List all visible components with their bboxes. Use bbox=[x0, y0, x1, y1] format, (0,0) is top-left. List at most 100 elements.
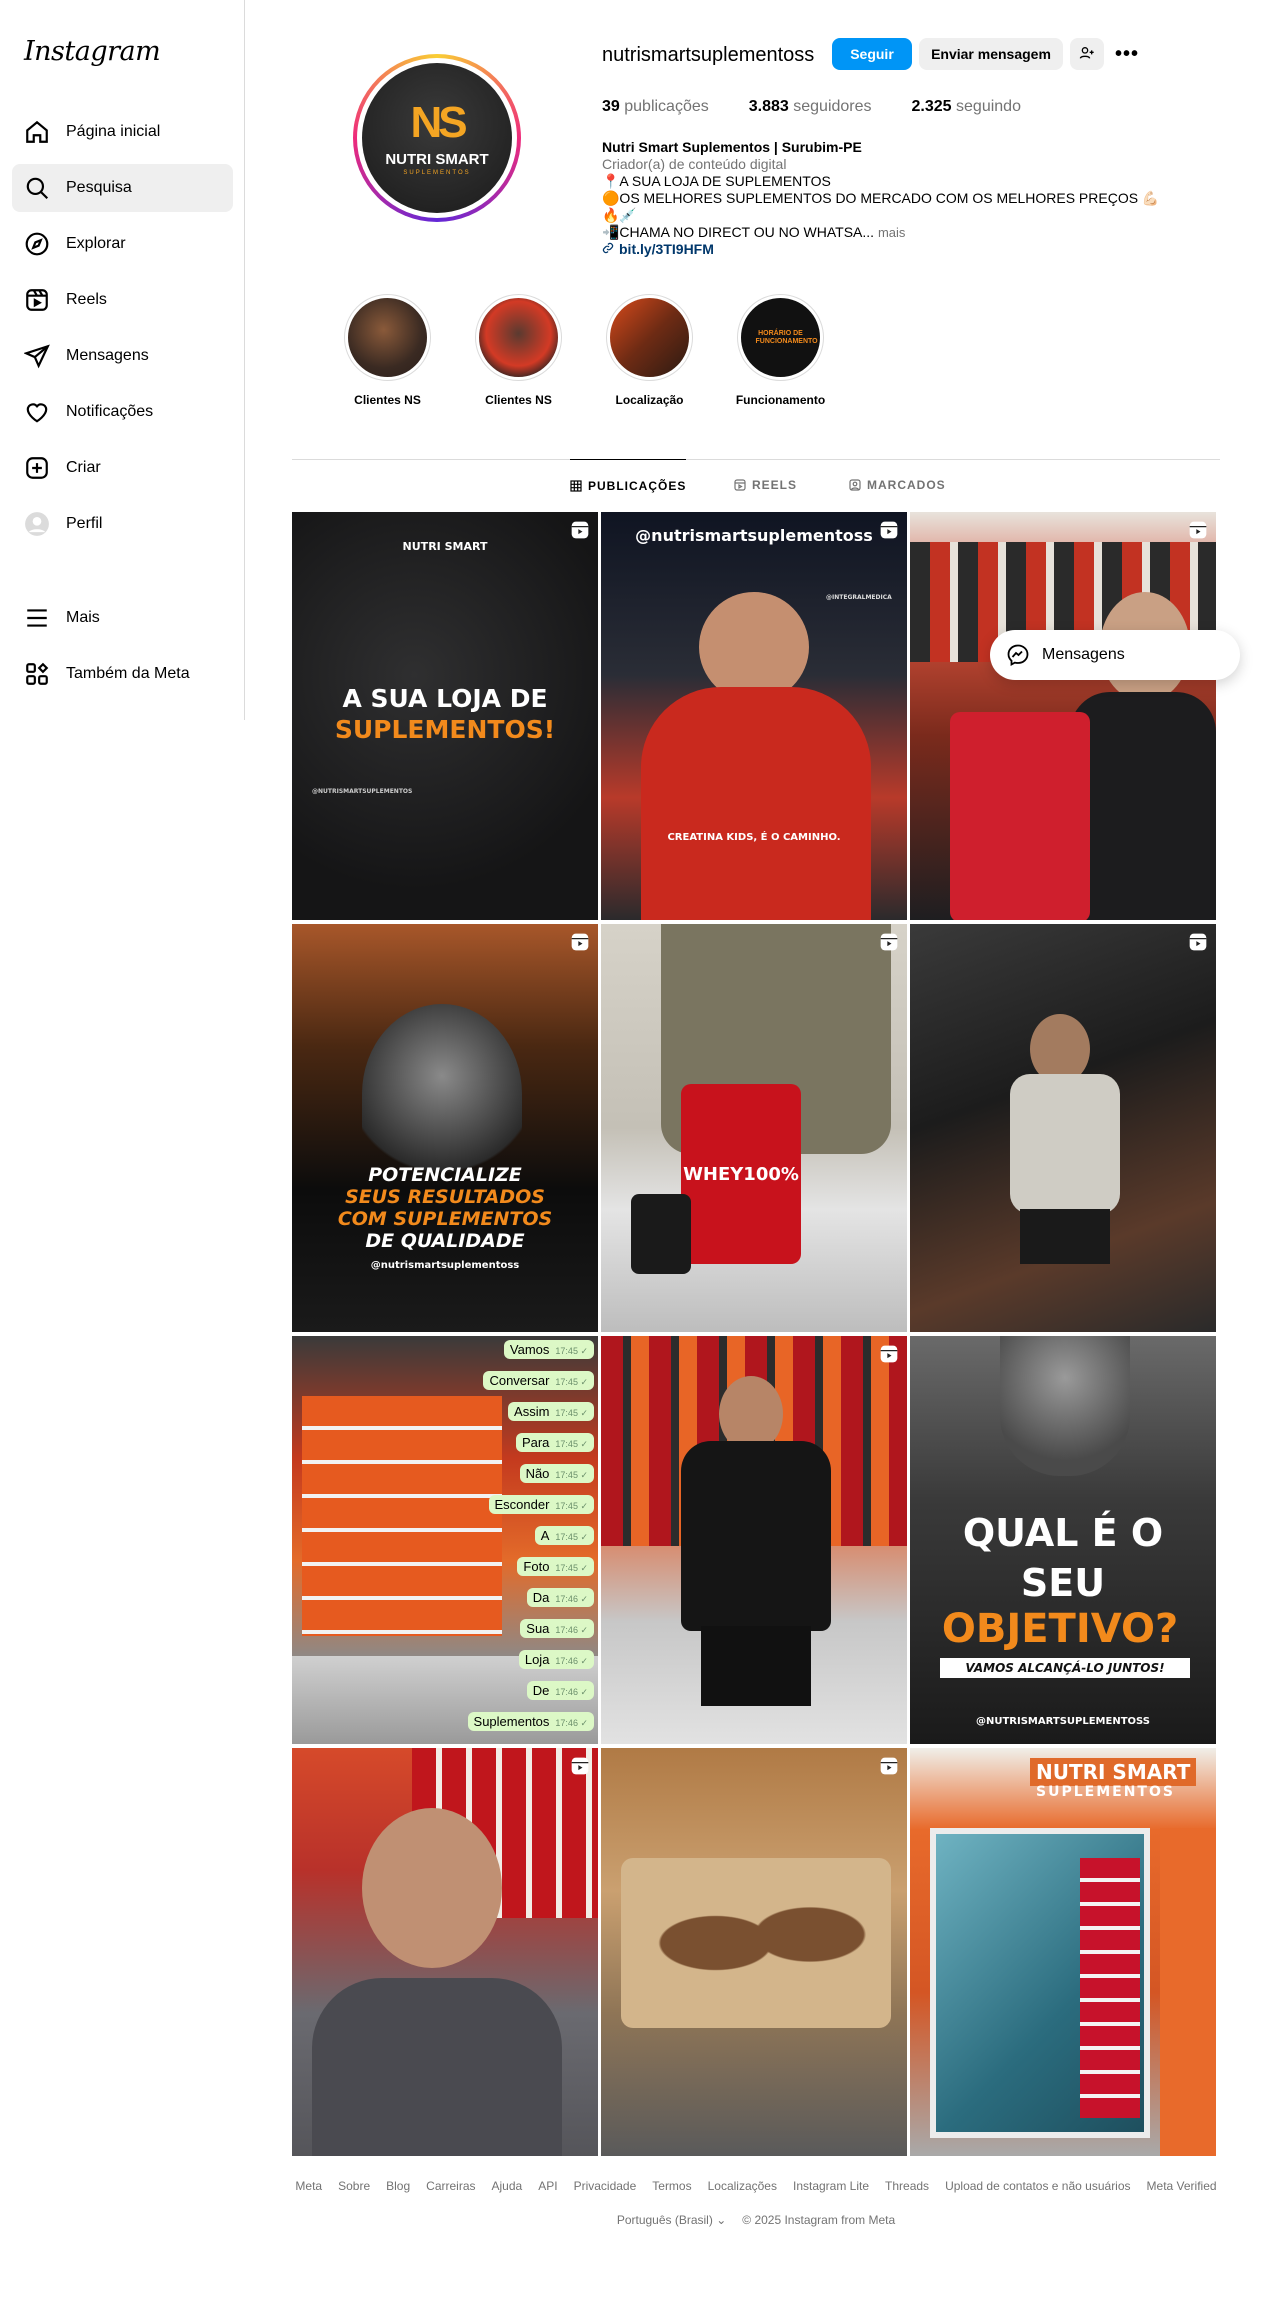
sidebar-item-label: Página inicial bbox=[66, 123, 161, 140]
chat-time: 17:45 ✓ bbox=[555, 1501, 588, 1511]
chat-time: 17:46 ✓ bbox=[555, 1625, 588, 1635]
more-options-button[interactable]: ••• bbox=[1112, 40, 1142, 68]
highlight-image bbox=[479, 298, 558, 377]
footer-link[interactable]: Termos bbox=[652, 2179, 691, 2193]
post-tile[interactable]: POTENCIALIZE SEUS RESULTADOS COM SUPLEME… bbox=[292, 924, 598, 1332]
chat-text: Vamos bbox=[509, 1342, 550, 1357]
post-subheadline: VAMOS ALCANÇÁ-LO JUNTOS! bbox=[940, 1658, 1190, 1678]
post-handle: @nutrismartsuplementoss bbox=[635, 526, 873, 545]
athlete-silhouette bbox=[1000, 1336, 1130, 1476]
followers-count[interactable]: 3.883 seguidores bbox=[749, 98, 872, 116]
person-tank bbox=[1010, 1074, 1120, 1214]
chat-text: Não bbox=[525, 1466, 550, 1481]
post-tile[interactable]: @nutrismartsuplementoss @INTEGRALMEDICA … bbox=[601, 512, 907, 920]
chat-bubble: Da 17:46 ✓ bbox=[526, 1588, 594, 1607]
post-tile[interactable]: NUTRI SMART A SUA LOJA DE SUPLEMENTOS! @… bbox=[292, 512, 598, 920]
chat-time: 17:45 ✓ bbox=[555, 1563, 588, 1573]
footer-link[interactable]: Threads bbox=[885, 2179, 929, 2193]
highlight-item[interactable]: HORÁRIO DE FUNCIONAMENTO Funcionamento bbox=[715, 294, 846, 407]
home-icon bbox=[24, 119, 50, 145]
post-tile[interactable]: Vamos 17:45 ✓ Conversar 17:45 ✓ Assim 17:45 ✓… bbox=[292, 1336, 598, 1744]
footer-link[interactable]: Instagram Lite bbox=[793, 2179, 869, 2193]
profile-avatar-ring[interactable]: NS NUTRI SMART SUPLEMENTOS bbox=[353, 54, 521, 222]
footer-link[interactable]: API bbox=[538, 2179, 557, 2193]
tab-tagged[interactable]: MARCADOS bbox=[849, 459, 946, 511]
sidebar-nav: Página inicial Pesquisa Explorar Reels M… bbox=[12, 108, 233, 556]
add-user-icon bbox=[1079, 45, 1095, 64]
bio-category: Criador(a) de conteúdo digital bbox=[602, 156, 787, 172]
post-tile[interactable] bbox=[601, 1336, 907, 1744]
chat-time: 17:45 ✓ bbox=[555, 1439, 588, 1449]
sidebar-item-profile[interactable]: Perfil bbox=[12, 500, 233, 548]
chat-bubble: Loja 17:46 ✓ bbox=[518, 1650, 594, 1669]
footer-link[interactable]: Meta bbox=[295, 2179, 322, 2193]
chat-text: Conversar bbox=[489, 1373, 550, 1388]
product-tub bbox=[631, 1194, 691, 1274]
profile-avatar-image: NS NUTRI SMART SUPLEMENTOS bbox=[362, 63, 512, 213]
sidebar-item-create[interactable]: Criar bbox=[12, 444, 233, 492]
avatar-subtitle: SUPLEMENTOS bbox=[403, 169, 471, 176]
reel-icon bbox=[571, 933, 589, 951]
sidebar-item-label: Perfil bbox=[66, 515, 103, 532]
bio-more-link[interactable]: mais bbox=[878, 225, 905, 240]
sidebar-item-meta[interactable]: Também da Meta bbox=[12, 650, 233, 698]
tab-reels[interactable]: REELS bbox=[734, 459, 797, 511]
sidebar-item-notifications[interactable]: Notificações bbox=[12, 388, 233, 436]
cookie-tray bbox=[621, 1858, 891, 2028]
chat-text: Esconder bbox=[494, 1497, 550, 1512]
footer-link[interactable]: Localizações bbox=[708, 2179, 777, 2193]
sidebar-item-explore[interactable]: Explorar bbox=[12, 220, 233, 268]
post-headline: A SUA LOJA DE bbox=[342, 684, 548, 713]
sidebar-item-home[interactable]: Página inicial bbox=[12, 108, 233, 156]
footer-link[interactable]: Upload de contatos e não usuários bbox=[945, 2179, 1130, 2193]
language-selector[interactable]: Português (Brasil) ⌄ bbox=[617, 2213, 726, 2227]
heart-icon bbox=[24, 399, 50, 425]
person-shirt bbox=[1070, 692, 1216, 920]
chat-text: Da bbox=[532, 1590, 550, 1605]
sidebar-item-reels[interactable]: Reels bbox=[12, 276, 233, 324]
chat-time: 17:46 ✓ bbox=[555, 1687, 588, 1697]
sidebar-item-messages[interactable]: Mensagens bbox=[12, 332, 233, 380]
post-tile[interactable]: QUAL É O SEU OBJETIVO? VAMOS ALCANÇÁ-LO … bbox=[910, 1336, 1216, 1744]
footer-link[interactable]: Meta Verified bbox=[1147, 2179, 1217, 2193]
bio-line-truncated: 📲CHAMA NO DIRECT OU NO WHATSA... mais bbox=[602, 224, 906, 240]
follow-button[interactable]: Seguir bbox=[832, 38, 912, 70]
chat-bubble: Foto 17:45 ✓ bbox=[517, 1557, 594, 1576]
sidebar-item-more[interactable]: Mais bbox=[12, 594, 233, 642]
post-tile[interactable] bbox=[910, 512, 1216, 920]
highlight-item[interactable]: Localização bbox=[584, 294, 715, 407]
post-tile[interactable]: WHEY100% bbox=[601, 924, 907, 1332]
messages-floating-button[interactable]: Mensagens bbox=[990, 630, 1240, 680]
sidebar-item-search[interactable]: Pesquisa bbox=[12, 164, 233, 212]
post-tile[interactable]: NUTRI SMART SUPLEMENTOS bbox=[910, 1748, 1216, 2156]
reel-icon bbox=[571, 521, 589, 539]
post-handle: @NUTRISMARTSUPLEMENTOSS bbox=[976, 1716, 1150, 1727]
following-count[interactable]: 2.325 seguindo bbox=[912, 98, 1021, 116]
bio-link[interactable]: bit.ly/3TI9HFM bbox=[602, 241, 1162, 258]
chat-time: 17:46 ✓ bbox=[555, 1656, 588, 1666]
create-icon bbox=[24, 455, 50, 481]
sidebar-item-label: Reels bbox=[66, 291, 107, 308]
suggested-accounts-button[interactable] bbox=[1070, 38, 1104, 70]
person-shorts bbox=[1020, 1209, 1110, 1264]
instagram-logo[interactable]: Instagram bbox=[24, 36, 161, 67]
tab-posts[interactable]: PUBLICAÇÕES bbox=[570, 459, 687, 511]
profile-stats: 39 publicações 3.883 seguidores 2.325 se… bbox=[602, 98, 1061, 116]
chat-time: 17:46 ✓ bbox=[555, 1594, 588, 1604]
footer-link[interactable]: Sobre bbox=[338, 2179, 370, 2193]
footer-link[interactable]: Carreiras bbox=[426, 2179, 475, 2193]
store-shelves bbox=[1080, 1858, 1140, 2118]
footer-link[interactable]: Privacidade bbox=[574, 2179, 637, 2193]
highlight-image bbox=[348, 298, 427, 377]
send-message-button[interactable]: Enviar mensagem bbox=[919, 38, 1063, 70]
chat-text: Assim bbox=[514, 1404, 550, 1419]
post-tile[interactable] bbox=[910, 924, 1216, 1332]
sidebar-item-label: Também da Meta bbox=[66, 665, 190, 682]
highlight-item[interactable]: Clientes NS bbox=[453, 294, 584, 407]
footer-link[interactable]: Ajuda bbox=[492, 2179, 523, 2193]
footer-link[interactable]: Blog bbox=[386, 2179, 410, 2193]
post-caption: CREATINA KIDS, É O CAMINHO. bbox=[667, 832, 841, 843]
highlight-item[interactable]: Clientes NS bbox=[322, 294, 453, 407]
post-tile[interactable] bbox=[601, 1748, 907, 2156]
post-tile[interactable] bbox=[292, 1748, 598, 2156]
